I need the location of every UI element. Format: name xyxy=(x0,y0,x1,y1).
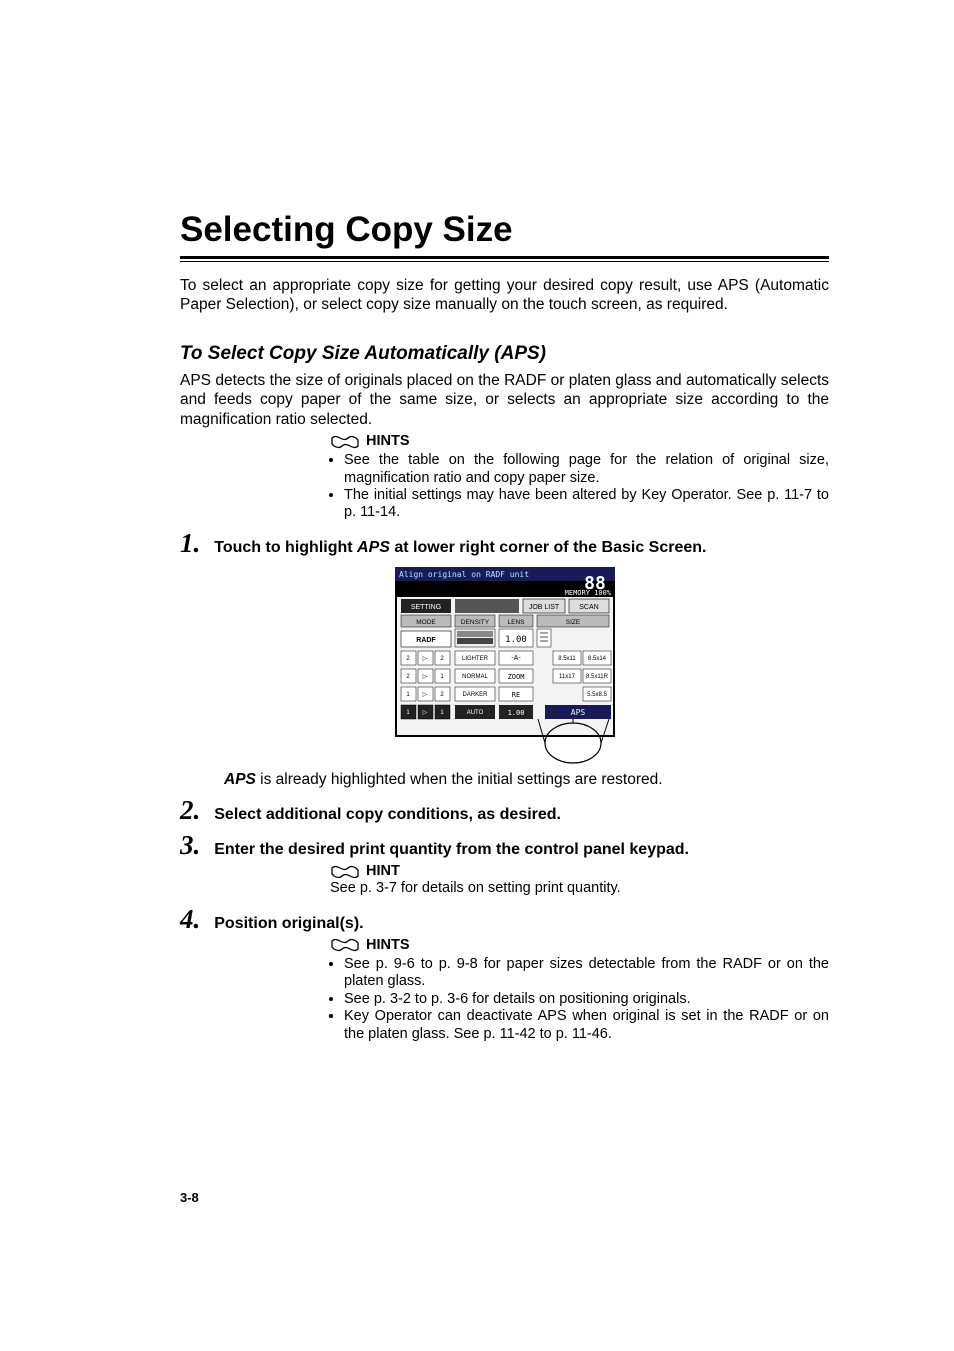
shot-col-lens: LENS xyxy=(507,619,525,626)
shot-mode-row-3[interactable]: 1 ▷ 2 xyxy=(401,687,450,701)
shot-mode-row-4[interactable]: 1 ▷ 1 xyxy=(401,705,450,719)
shot-normal[interactable]: NORMAL xyxy=(462,674,488,680)
shot-tray3[interactable]: 11x17 xyxy=(559,674,576,680)
hints-icon xyxy=(330,864,360,880)
shot-aps-button[interactable]: APS xyxy=(570,708,585,717)
shot-tray4[interactable]: 8.5x11R xyxy=(586,674,609,680)
page-title: Selecting Copy Size xyxy=(180,210,829,250)
after-shot-aps: APS xyxy=(224,771,256,788)
shot-lighter[interactable]: LIGHTER xyxy=(461,656,488,662)
step-4-number: 4. xyxy=(180,906,200,933)
hints1-item-0: See the table on the following page for … xyxy=(344,452,829,487)
shot-re[interactable]: RE xyxy=(511,691,519,699)
shot-lens-bottom: 1.00 xyxy=(507,709,524,717)
hints-icon xyxy=(330,937,360,953)
step-1-post: at lower right corner of the Basic Scree… xyxy=(390,539,707,556)
step-2-text: Select additional copy conditions, as de… xyxy=(214,806,561,823)
shot-auto[interactable]: AUTO xyxy=(466,710,483,716)
hints-header: HINTS xyxy=(330,433,829,450)
svg-text:▷: ▷ xyxy=(422,656,427,662)
hints3-item-2: Key Operator can deactivate APS when ori… xyxy=(344,1008,829,1043)
step-1: 1. Touch to highlight APS at lower right… xyxy=(180,530,829,557)
hint-block-2: HINT See p. 3-7 for details on setting p… xyxy=(330,863,829,898)
step-1-text: Touch to highlight APS at lower right co… xyxy=(214,539,706,556)
step-1-number: 1. xyxy=(180,530,200,557)
hints-label: HINTS xyxy=(366,433,410,450)
hints3-item-1: See p. 3-2 to p. 3-6 for details on posi… xyxy=(344,991,829,1008)
shot-col-density: DENSITY xyxy=(460,619,489,626)
intro-paragraph: To select an appropriate copy size for g… xyxy=(180,276,829,315)
hint2-text: See p. 3-7 for details on setting print … xyxy=(330,880,829,897)
shot-lens-100: 1.00 xyxy=(505,635,527,645)
title-rule-thick xyxy=(180,256,829,259)
shot-mode-row-1[interactable]: 2 ▷ 2 xyxy=(401,651,450,665)
shot-radf[interactable]: RADF xyxy=(416,637,436,644)
step-3-text: Enter the desired print quantity from th… xyxy=(214,841,689,858)
hints-block-1: HINTS See the table on the following pag… xyxy=(330,433,829,522)
shot-tray5[interactable]: 5.5x8.5 xyxy=(587,692,607,698)
shot-joblist[interactable]: JOB LIST xyxy=(528,604,559,611)
shot-zoom[interactable]: ZOOM xyxy=(507,673,524,681)
title-rule-thin xyxy=(180,261,829,262)
section-body: APS detects the size of originals placed… xyxy=(180,371,829,429)
step-1-aps: APS xyxy=(357,539,390,556)
hints3-header: HINTS xyxy=(330,937,829,954)
hints-block-3: HINTS See p. 9-6 to p. 9-8 for paper siz… xyxy=(330,937,829,1043)
shot-tray1[interactable]: 8.5x11 xyxy=(558,656,576,662)
hint2-header: HINT xyxy=(330,863,829,880)
hint2-label: HINT xyxy=(366,863,400,880)
shot-tray2[interactable]: 8.5x14 xyxy=(587,656,606,662)
shot-mode-row-2[interactable]: 2 ▷ 1 xyxy=(401,669,450,683)
shot-col-size: SIZE xyxy=(565,619,580,626)
after-screenshot-note: APS is already highlighted when the init… xyxy=(224,771,829,789)
hints3-label: HINTS xyxy=(366,937,410,954)
step-4-text: Position original(s). xyxy=(214,915,363,932)
svg-text:▷: ▷ xyxy=(422,710,427,716)
shot-scan[interactable]: SCAN xyxy=(579,604,598,611)
shot-status: Align original on RADF unit xyxy=(399,570,529,579)
shot-a-dash[interactable]: -A- xyxy=(511,655,521,662)
svg-text:▷: ▷ xyxy=(422,674,427,680)
after-shot-rest: is already highlighted when the initial … xyxy=(256,771,663,788)
section-heading: To Select Copy Size Automatically (APS) xyxy=(180,343,829,365)
step-3: 3. Enter the desired print quantity from… xyxy=(180,832,829,859)
page-number: 3-8 xyxy=(180,1190,199,1205)
shot-big-number: 88 xyxy=(584,573,606,594)
step-2: 2. Select additional copy conditions, as… xyxy=(180,797,829,824)
hints1-item-1: The initial settings may have been alter… xyxy=(344,487,829,522)
step-3-number: 3. xyxy=(180,832,200,859)
step-2-number: 2. xyxy=(180,797,200,824)
device-screenshot: Align original on RADF unit MEMORY 100% … xyxy=(395,567,615,767)
hints-icon xyxy=(330,434,360,450)
step-1-pre: Touch to highlight xyxy=(214,539,357,556)
shot-setting-tab[interactable]: SETTING xyxy=(410,604,440,611)
svg-text:▷: ▷ xyxy=(422,692,427,698)
step-4: 4. Position original(s). xyxy=(180,906,829,933)
shot-col-mode: MODE xyxy=(416,619,436,626)
hints3-item-0: See p. 9-6 to p. 9-8 for paper sizes det… xyxy=(344,956,829,991)
shot-darker[interactable]: DARKER xyxy=(462,692,488,698)
